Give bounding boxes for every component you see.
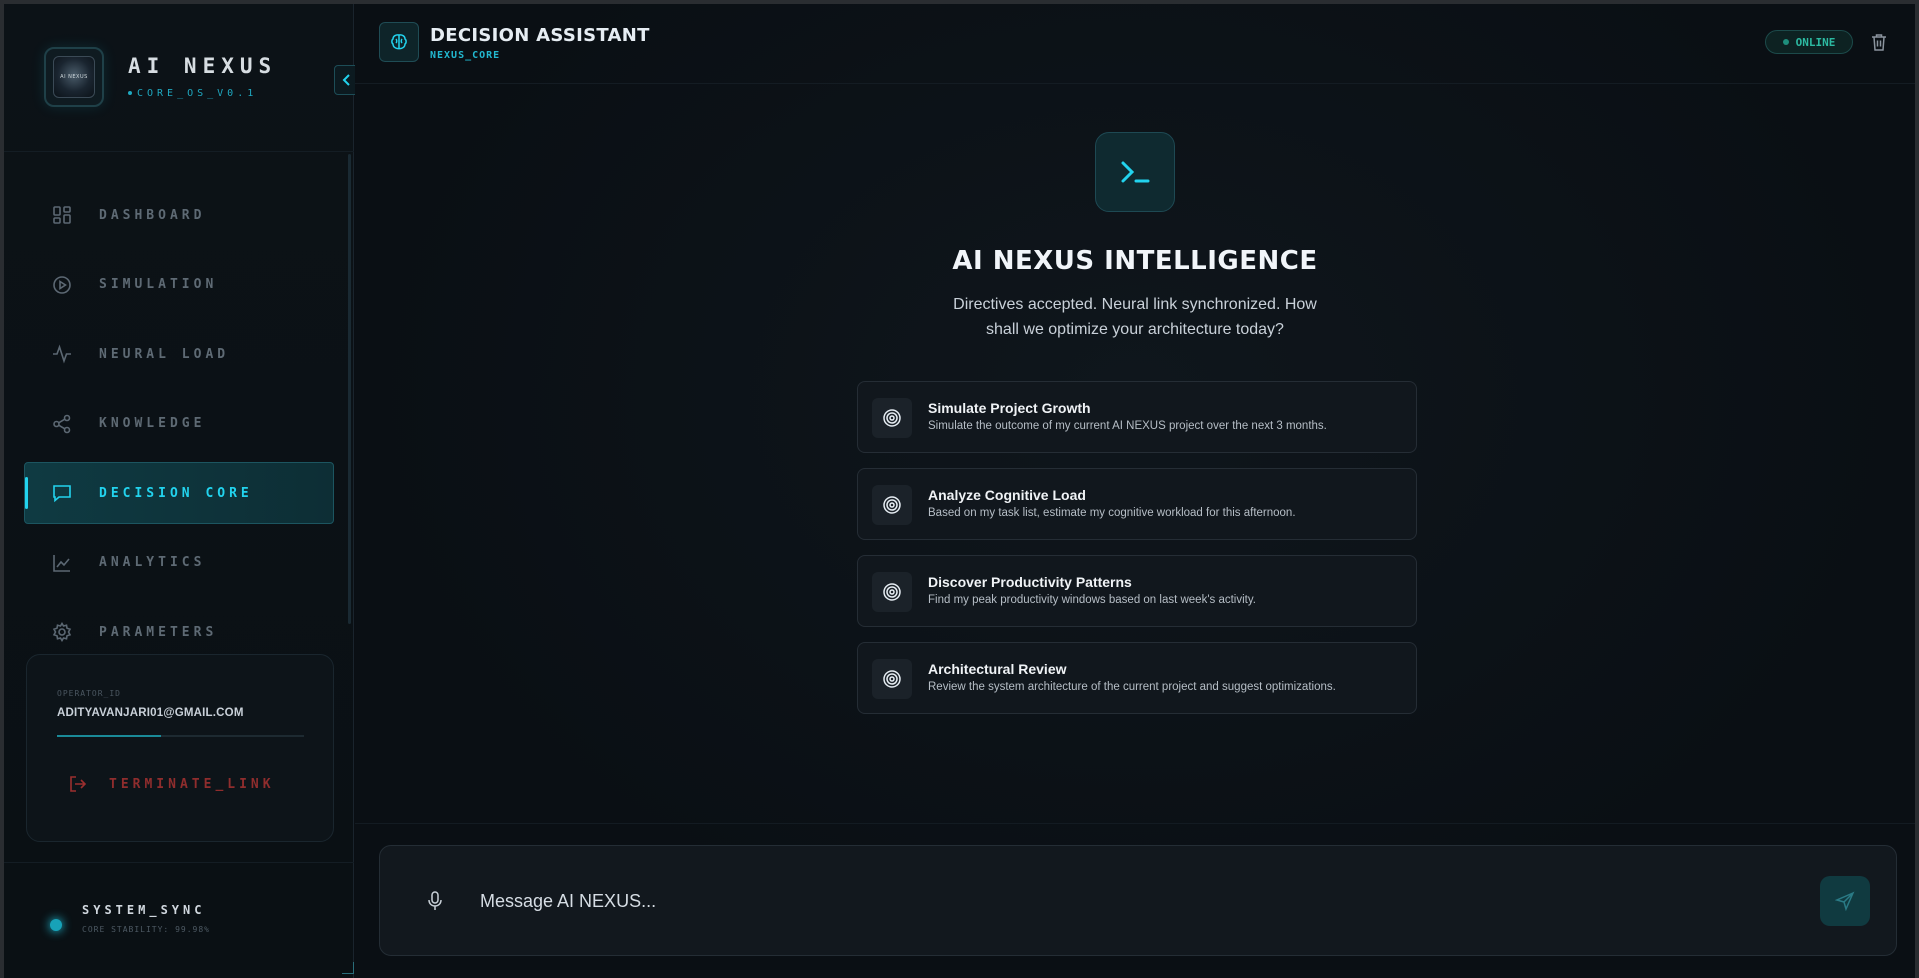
send-button[interactable] xyxy=(1820,876,1870,926)
brand-version: CORE_OS_V0.1 xyxy=(137,88,258,99)
sidebar-item-dashboard[interactable]: DASHBOARD xyxy=(24,184,334,246)
target-icon xyxy=(872,398,912,438)
app-window: AI NEXUS AI NEXUS CORE_OS_V0.1 DASHBOARD… xyxy=(4,4,1915,978)
grid-icon xyxy=(51,204,73,226)
send-icon xyxy=(1835,891,1855,911)
target-icon xyxy=(872,572,912,612)
sidebar-item-label: SIMULATION xyxy=(99,277,218,292)
target-icon xyxy=(872,659,912,699)
sidebar-item-label: ANALYTICS xyxy=(99,555,206,570)
gear-icon xyxy=(51,621,73,643)
sidebar-item-knowledge[interactable]: KNOWLEDGE xyxy=(24,393,334,455)
hero-description: Directives accepted. Neural link synchro… xyxy=(953,296,1317,338)
logout-icon xyxy=(67,773,89,795)
operator-email: ADITYAVANJARI01@GMAIL.COM xyxy=(57,707,244,719)
suggestion-list: Simulate Project Growth Simulate the out… xyxy=(857,381,1417,729)
sidebar-item-label: DASHBOARD xyxy=(99,207,206,223)
main-panel: DECISION ASSISTANT NEXUS_CORE ONLINE AI … xyxy=(355,4,1915,978)
brand-title: AI NEXUS xyxy=(128,54,278,78)
suggestion-description: Based on my task list, estimate my cogni… xyxy=(928,507,1296,519)
sidebar-item-label: DECISION CORE xyxy=(99,485,253,501)
status-badge: ONLINE xyxy=(1765,30,1853,54)
suggestion-title: Discover Productivity Patterns xyxy=(928,574,1132,590)
core-stability: CORE STABILITY: 99.98% xyxy=(82,925,210,934)
target-icon xyxy=(872,485,912,525)
operator-card: OPERATOR_ID ADITYAVANJARI01@GMAIL.COM TE… xyxy=(26,654,334,842)
play-circle-icon xyxy=(51,274,73,296)
page-subtitle: NEXUS_CORE xyxy=(430,50,501,61)
sidebar-item-label: NEURAL LOAD xyxy=(99,346,230,362)
page-title: DECISION ASSISTANT xyxy=(430,25,650,46)
divider xyxy=(355,823,1915,824)
sidebar-item-label: PARAMETERS xyxy=(99,624,218,640)
suggestion-description: Review the system architecture of the cu… xyxy=(928,681,1336,693)
trash-icon[interactable] xyxy=(1869,32,1889,52)
terminate-link-button[interactable]: TERMINATE_LINK xyxy=(67,773,275,795)
brain-icon xyxy=(379,22,419,62)
sidebar-scrollbar[interactable] xyxy=(348,154,351,624)
microphone-icon[interactable] xyxy=(424,890,446,912)
system-sync-panel: SYSTEM_SYNC CORE STABILITY: 99.98% xyxy=(4,862,354,978)
operator-progress-fill xyxy=(57,735,161,737)
suggestion-card[interactable]: Discover Productivity Patterns Find my p… xyxy=(857,555,1417,627)
system-sync-title: SYSTEM_SYNC xyxy=(82,903,206,917)
corner-decoration xyxy=(342,962,354,974)
chevron-left-icon xyxy=(342,74,350,86)
suggestion-title: Architectural Review xyxy=(928,661,1067,677)
sidebar-item-label: KNOWLEDGE xyxy=(99,416,206,431)
suggestion-description: Simulate the outcome of my current AI NE… xyxy=(928,420,1327,432)
status-dot xyxy=(128,91,132,95)
suggestion-card[interactable]: Architectural Review Review the system a… xyxy=(857,642,1417,714)
message-composer xyxy=(379,845,1897,956)
pulse-icon xyxy=(51,343,73,365)
terminate-link-label: TERMINATE_LINK xyxy=(109,776,275,792)
sidebar-nav: DASHBOARD SIMULATION NEURAL LOAD KNOWLED… xyxy=(24,184,334,671)
chat-bubble-icon xyxy=(51,482,73,504)
logo[interactable]: AI NEXUS xyxy=(44,47,104,107)
status-label: ONLINE xyxy=(1795,35,1836,49)
operator-label: OPERATOR_ID xyxy=(57,689,121,698)
terminal-icon xyxy=(1095,132,1175,212)
operator-progress-bar xyxy=(57,735,304,737)
sidebar-item-neural-load[interactable]: NEURAL LOAD xyxy=(24,323,334,385)
hero-title: AI NEXUS INTELLIGENCE xyxy=(952,246,1318,276)
sidebar-item-simulation[interactable]: SIMULATION xyxy=(24,254,334,316)
sync-status-dot xyxy=(50,919,62,931)
sidebar: AI NEXUS AI NEXUS CORE_OS_V0.1 DASHBOARD… xyxy=(4,4,360,978)
share-nodes-icon xyxy=(51,413,73,435)
suggestion-card[interactable]: Simulate Project Growth Simulate the out… xyxy=(857,381,1417,453)
line-chart-icon xyxy=(51,552,73,574)
suggestion-title: Analyze Cognitive Load xyxy=(928,487,1086,503)
brand-subtitle: CORE_OS_V0.1 xyxy=(128,88,257,99)
logo-image: AI NEXUS xyxy=(53,56,95,98)
suggestion-description: Find my peak productivity windows based … xyxy=(928,594,1256,606)
suggestion-title: Simulate Project Growth xyxy=(928,400,1091,416)
suggestion-card[interactable]: Analyze Cognitive Load Based on my task … xyxy=(857,468,1417,540)
message-input[interactable] xyxy=(480,882,1760,920)
brand-header: AI NEXUS AI NEXUS CORE_OS_V0.1 xyxy=(4,4,354,152)
online-dot xyxy=(1782,39,1789,45)
sidebar-item-analytics[interactable]: ANALYTICS xyxy=(24,532,334,594)
top-bar: DECISION ASSISTANT NEXUS_CORE ONLINE xyxy=(355,4,1915,84)
sidebar-item-decision-core[interactable]: DECISION CORE xyxy=(24,462,334,524)
